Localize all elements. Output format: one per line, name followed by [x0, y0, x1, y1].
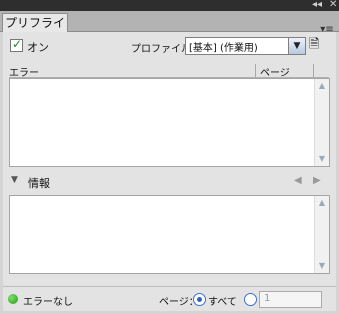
- error-list[interactable]: ▲ ▼: [9, 78, 330, 167]
- checkmark-icon: ✓: [12, 37, 23, 51]
- column-error[interactable]: エラー: [9, 64, 39, 79]
- column-divider: [255, 64, 256, 77]
- info-section-header[interactable]: ▼ 情報 ◀ ▶: [11, 175, 327, 190]
- error-list-scrollbar[interactable]: ▲ ▼: [314, 79, 329, 166]
- profile-select[interactable]: [基本] (作業用) ▼: [185, 37, 306, 55]
- panel-content: ✓ オン プロファイル： [基本] (作業用) ▼ 🗎 エラー ページ ▲ ▼ …: [3, 32, 336, 311]
- info-label: 情報: [28, 177, 50, 190]
- profile-value: [基本] (作業用): [189, 43, 258, 54]
- status-text: エラーなし: [23, 297, 73, 308]
- scroll-down-icon[interactable]: ▼: [315, 259, 329, 273]
- error-list-header: エラー ページ: [9, 64, 329, 79]
- chevron-down-icon[interactable]: ▼: [288, 38, 305, 54]
- on-checkbox[interactable]: ✓: [10, 37, 23, 52]
- panel-titlebar: ◂◂ ✕: [0, 0, 339, 11]
- column-page[interactable]: ページ: [260, 64, 290, 79]
- status-ok-icon: [8, 294, 18, 304]
- on-label: オン: [27, 41, 49, 54]
- page-range-value: 1: [264, 293, 271, 304]
- page-range-input[interactable]: 1: [259, 291, 322, 308]
- define-profiles-icon[interactable]: 🗎: [309, 37, 323, 53]
- status-bar: エラーなし ページ： すべて 1: [3, 286, 336, 312]
- tab-preflight[interactable]: プリフライト: [2, 13, 68, 48]
- radio-all-label: すべて: [208, 297, 237, 308]
- column-divider: [313, 64, 314, 77]
- info-box-scrollbar[interactable]: ▲ ▼: [314, 196, 329, 273]
- double-chevron-left-icon[interactable]: ◂◂: [312, 0, 322, 11]
- info-box[interactable]: ▲ ▼: [9, 195, 330, 274]
- close-icon[interactable]: ✕: [329, 0, 337, 11]
- preflight-panel: ◂◂ ✕ プリフライト ▾≡ ✓ オン プロファイル： [基本] (作業用) ▼…: [0, 0, 339, 314]
- radio-page-range[interactable]: [244, 293, 257, 306]
- radio-all-pages[interactable]: [193, 293, 206, 306]
- scroll-down-icon[interactable]: ▼: [315, 152, 329, 166]
- tab-strip: プリフライト ▾≡: [0, 11, 339, 48]
- previous-arrow-icon[interactable]: ◀: [294, 175, 302, 186]
- disclosure-triangle-icon[interactable]: ▼: [11, 175, 18, 185]
- scroll-up-icon[interactable]: ▲: [315, 79, 329, 93]
- scroll-up-icon[interactable]: ▲: [315, 196, 329, 210]
- next-arrow-icon[interactable]: ▶: [313, 175, 321, 186]
